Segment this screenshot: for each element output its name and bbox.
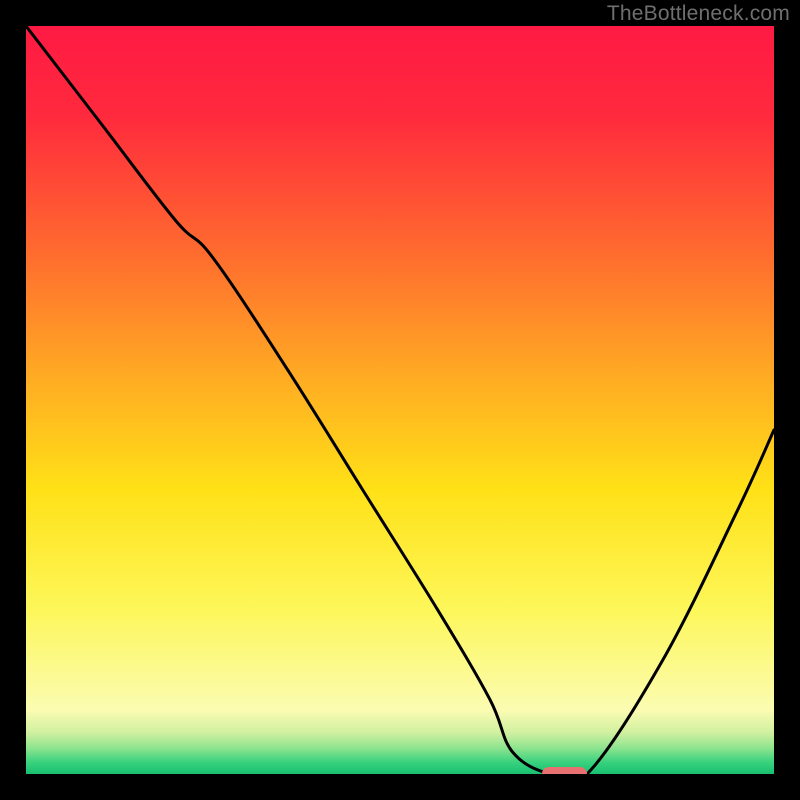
- watermark-text: TheBottleneck.com: [607, 2, 790, 26]
- plot-area: [26, 26, 774, 774]
- bottleneck-curve: [26, 26, 774, 774]
- chart-frame: TheBottleneck.com: [0, 0, 800, 800]
- curve-layer: [26, 26, 774, 774]
- optimal-range-marker: [542, 767, 587, 774]
